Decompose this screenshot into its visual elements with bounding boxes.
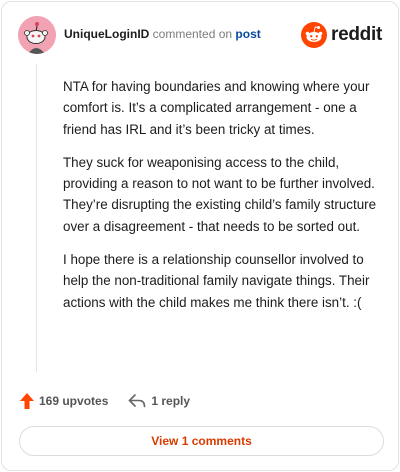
reddit-brand[interactable]: reddit (301, 21, 382, 49)
comment-header: UniqueLoginID commented on post reddit (18, 16, 382, 56)
post-link[interactable]: post (235, 27, 260, 41)
reply-arrow-icon (129, 394, 146, 408)
snoo-avatar-icon (18, 16, 56, 54)
comment-paragraph: I hope there is a relationship counsello… (63, 252, 370, 310)
upvote-count: 169 upvotes (39, 394, 109, 408)
upvote-button[interactable]: 169 upvotes (20, 393, 108, 409)
view-comments-button[interactable]: View 1 comments (19, 426, 384, 456)
comment-paragraph: NTA for having boundaries and knowing wh… (63, 79, 370, 137)
comment-meta: UniqueLoginID commented on post (64, 27, 261, 41)
comment-card: UniqueLoginID commented on post reddit N… (1, 1, 399, 471)
reply-count: 1 reply (151, 394, 191, 408)
user-avatar[interactable] (18, 16, 56, 54)
comment-paragraph: They suck for weaponising access to the … (63, 154, 377, 234)
reply-button[interactable]: 1 reply (128, 394, 190, 408)
brand-wordmark: reddit (331, 24, 382, 45)
comment-actions: 169 upvotes 1 reply (20, 390, 210, 412)
username[interactable]: UniqueLoginID (64, 27, 149, 41)
comment-body: NTA for having boundaries and knowing wh… (63, 76, 385, 325)
thread-line[interactable] (36, 64, 37, 372)
upvote-arrow-icon (20, 393, 34, 409)
commented-text: commented on (152, 27, 233, 41)
reddit-logo-icon (301, 22, 328, 48)
